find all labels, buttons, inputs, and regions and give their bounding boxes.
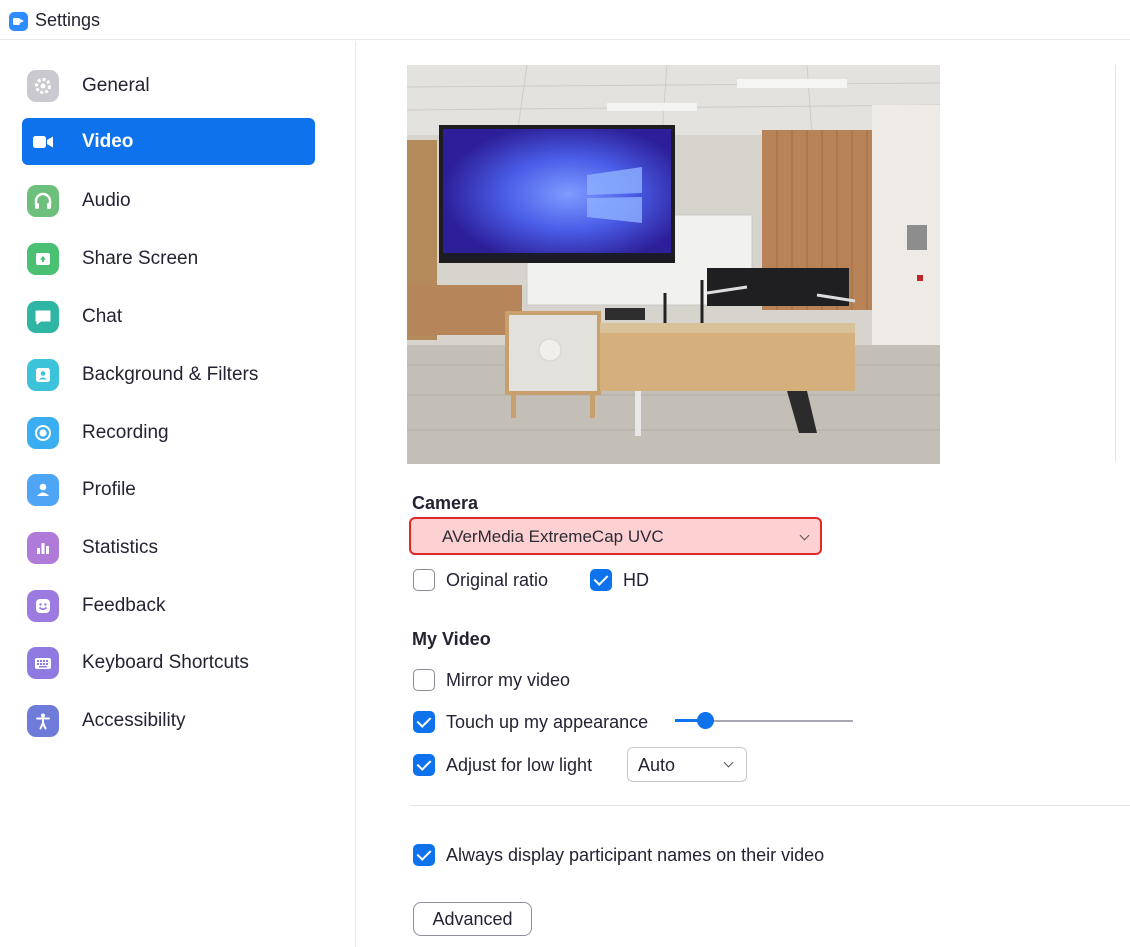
chevron-down-icon	[799, 530, 810, 541]
sidebar-item-statistics[interactable]: Statistics	[22, 524, 315, 571]
gear-icon	[27, 69, 59, 102]
section-divider	[411, 805, 1130, 806]
sidebar-item-share-screen[interactable]: Share Screen	[22, 235, 315, 282]
share-screen-icon	[27, 242, 59, 275]
camera-select[interactable]: AVerMedia ExtremeCap UVC	[409, 517, 822, 555]
person-icon	[27, 473, 59, 506]
mirror-video-checkbox[interactable]	[413, 669, 435, 691]
smiley-icon	[27, 589, 59, 622]
mirror-video-label: Mirror my video	[446, 670, 571, 690]
low-light-mode-value: Auto	[638, 755, 676, 775]
preview-divider	[1115, 65, 1116, 462]
participant-names-checkbox[interactable]	[413, 844, 435, 866]
chat-bubble-icon	[27, 300, 59, 333]
zoom-app-icon	[9, 12, 28, 31]
my-video-section-title: My Video	[412, 629, 491, 649]
sidebar-item-feedback[interactable]: Feedback	[22, 582, 315, 629]
sidebar-item-label: Profile	[82, 478, 136, 500]
sidebar-item-recording[interactable]: Recording	[22, 409, 315, 456]
sidebar-item-label: Chat	[82, 305, 123, 327]
sidebar-item-background-filters[interactable]: Background & Filters	[22, 351, 315, 398]
sidebar-item-general[interactable]: General	[22, 62, 315, 109]
hd-checkbox[interactable]	[590, 569, 612, 591]
sidebar-item-label: Background & Filters	[82, 363, 259, 385]
sidebar-item-label: Audio	[82, 189, 131, 211]
touch-up-label: Touch up my appearance	[446, 712, 649, 732]
sidebar-item-accessibility[interactable]: Accessibility	[22, 697, 315, 744]
original-ratio-label: Original ratio	[446, 570, 549, 590]
sidebar-item-label: Statistics	[82, 536, 159, 558]
accessibility-person-icon	[27, 704, 59, 737]
participant-names-label: Always display participant names on thei…	[446, 845, 825, 865]
touch-up-slider-thumb[interactable]	[697, 712, 715, 729]
headphones-icon	[27, 184, 59, 217]
hd-label: HD	[623, 570, 649, 590]
bar-chart-icon	[27, 531, 59, 564]
sidebar-item-label: Keyboard Shortcuts	[82, 651, 249, 673]
sidebar-item-label: Recording	[82, 421, 169, 443]
camera-preview	[407, 65, 940, 464]
touch-up-checkbox[interactable]	[413, 711, 435, 733]
chevron-down-icon	[723, 757, 734, 768]
keyboard-icon	[27, 646, 59, 679]
low-light-label: Adjust for low light	[446, 755, 593, 775]
video-camera-icon	[27, 126, 59, 158]
low-light-checkbox[interactable]	[413, 754, 435, 776]
window-title: Settings	[35, 10, 101, 30]
sidebar-item-label: Video	[82, 130, 134, 152]
sidebar-item-chat[interactable]: Chat	[22, 293, 315, 340]
sidebar-item-audio[interactable]: Audio	[22, 177, 315, 224]
sidebar-item-label: Accessibility	[82, 709, 186, 731]
sidebar-item-video[interactable]: Video	[22, 118, 315, 165]
title-bar: Settings	[0, 0, 1130, 40]
sidebar-item-profile[interactable]: Profile	[22, 466, 315, 513]
low-light-mode-select[interactable]: Auto	[627, 747, 747, 782]
camera-select-value: AVerMedia ExtremeCap UVC	[442, 527, 664, 546]
advanced-button[interactable]: Advanced	[413, 902, 532, 936]
original-ratio-checkbox[interactable]	[413, 569, 435, 591]
record-icon	[27, 416, 59, 449]
background-person-icon	[27, 358, 59, 391]
sidebar-item-label: Share Screen	[82, 247, 199, 269]
settings-sidebar: General Video Audio Share Screen Chat Ba…	[0, 41, 356, 947]
sidebar-item-keyboard-shortcuts[interactable]: Keyboard Shortcuts	[22, 639, 315, 686]
sidebar-item-label: General	[82, 74, 150, 96]
camera-section-title: Camera	[412, 493, 479, 513]
sidebar-item-label: Feedback	[82, 594, 166, 616]
touch-up-slider-track[interactable]	[705, 720, 853, 722]
